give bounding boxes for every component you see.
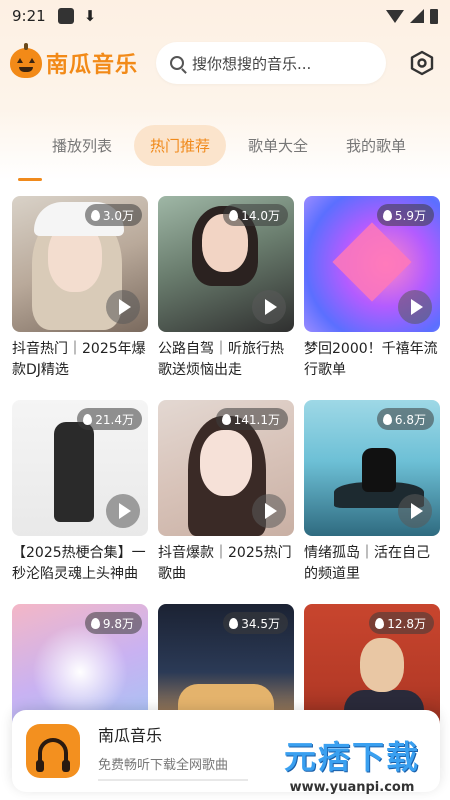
play-button[interactable]: [252, 290, 286, 324]
play-count-badge: 5.9万: [376, 204, 434, 226]
banner-subtitle: 免费畅听下载全网歌曲: [98, 757, 229, 773]
playlist-card[interactable]: 6.8万 情绪孤岛｜活在自己的频道里: [304, 400, 440, 586]
play-count: 3.0万: [102, 208, 134, 223]
download-icon: ⬇: [83, 7, 97, 25]
search-icon: [170, 56, 185, 70]
app-header: 南瓜音乐 搜你想搜的音乐...: [0, 38, 450, 88]
play-icon: [410, 503, 423, 519]
play-icon: [264, 299, 277, 315]
play-button[interactable]: [398, 290, 432, 324]
hexagon-settings-icon: [410, 50, 434, 76]
app-logo: 南瓜音乐: [10, 43, 139, 79]
play-button[interactable]: [106, 494, 140, 528]
play-count: 5.9万: [394, 208, 426, 223]
category-tabs: 播放列表 热门推荐 歌单大全 我的歌单: [0, 122, 450, 168]
playlist-cover: 6.8万: [304, 400, 440, 536]
play-count: 12.8万: [387, 616, 426, 631]
play-icon: [118, 503, 131, 519]
app-icon: [26, 724, 80, 778]
search-placeholder: 搜你想搜的音乐...: [192, 54, 312, 73]
tab-indicator: [18, 178, 42, 181]
playlist-card[interactable]: 3.0万 抖音热门｜2025年爆款DJ精选: [12, 196, 148, 382]
tab-my-playlists[interactable]: 我的歌单: [330, 125, 422, 166]
fire-icon: [90, 209, 100, 221]
playlist-title: 抖音热门｜2025年爆款DJ精选: [12, 341, 146, 378]
play-count-badge: 12.8万: [369, 612, 434, 634]
banner-divider: [98, 778, 248, 781]
play-count: 6.8万: [394, 412, 426, 427]
play-count-badge: 6.8万: [376, 408, 434, 430]
play-count-badge: 14.0万: [223, 204, 288, 226]
playlist-title: 抖音爆款｜2025热门歌曲: [158, 545, 292, 582]
playlist-cover: 141.1万: [158, 400, 294, 536]
play-button[interactable]: [398, 494, 432, 528]
fire-icon: [83, 413, 93, 425]
app-name: 南瓜音乐: [46, 53, 139, 78]
status-bar: 9:21 ⬇: [0, 0, 450, 32]
play-icon: [118, 299, 131, 315]
tab-playlist[interactable]: 播放列表: [36, 125, 128, 166]
play-icon: [264, 503, 277, 519]
play-count-badge: 21.4万: [77, 408, 142, 430]
status-time: 9:21: [12, 7, 46, 25]
wifi-icon: [386, 9, 404, 23]
playlist-cover: 14.0万: [158, 196, 294, 332]
watermark-url: www.yuanpi.com: [289, 779, 415, 795]
fire-icon: [221, 413, 231, 425]
play-button[interactable]: [106, 290, 140, 324]
fire-icon: [90, 617, 100, 629]
playlist-title: 梦回2000！千禧年流行歌单: [304, 341, 438, 378]
fire-icon: [382, 209, 392, 221]
battery-icon: [430, 8, 438, 24]
headphone-icon: [36, 738, 70, 772]
play-count-badge: 34.5万: [223, 612, 288, 634]
banner-title: 南瓜音乐: [98, 725, 163, 745]
playlist-title: 情绪孤岛｜活在自己的频道里: [304, 545, 430, 582]
tab-hot-recommend[interactable]: 热门推荐: [134, 124, 227, 166]
playlist-cover: 21.4万: [12, 400, 148, 536]
settings-button[interactable]: [408, 49, 436, 77]
play-count: 9.8万: [102, 616, 134, 631]
play-icon: [410, 299, 423, 315]
banner-text: 南瓜音乐 免费畅听下载全网歌曲: [98, 722, 248, 781]
signal-icon: [410, 9, 424, 23]
playlist-card[interactable]: 141.1万 抖音爆款｜2025热门歌曲: [158, 400, 294, 586]
playlist-cover: 3.0万: [12, 196, 148, 332]
playlist-title: 【2025热梗合集】一秒沦陷灵魂上头神曲: [12, 545, 146, 582]
play-button[interactable]: [252, 494, 286, 528]
notification-icon: [57, 8, 74, 24]
playlist-cover: 5.9万: [304, 196, 440, 332]
fire-icon: [229, 617, 239, 629]
play-count-badge: 141.1万: [215, 408, 288, 430]
fire-icon: [382, 413, 392, 425]
tab-playlist-collection[interactable]: 歌单大全: [232, 125, 324, 166]
playlist-card[interactable]: 21.4万 【2025热梗合集】一秒沦陷灵魂上头神曲: [12, 400, 148, 586]
playlist-grid: 3.0万 抖音热门｜2025年爆款DJ精选 14.0万 公路自驾｜听旅行热歌送烦…: [12, 196, 440, 790]
search-input[interactable]: 搜你想搜的音乐...: [156, 42, 387, 84]
playlist-card[interactable]: 5.9万 梦回2000！千禧年流行歌单: [304, 196, 440, 382]
play-count-badge: 3.0万: [84, 204, 142, 226]
fire-icon: [229, 209, 239, 221]
playlist-title: 公路自驾｜听旅行热歌送烦恼出走: [158, 341, 284, 378]
pumpkin-icon: [10, 43, 42, 78]
playlist-card[interactable]: 14.0万 公路自驾｜听旅行热歌送烦恼出走: [158, 196, 294, 382]
watermark-logo: 元痞下载: [283, 737, 420, 776]
play-count-badge: 9.8万: [84, 612, 142, 634]
fire-icon: [375, 617, 385, 629]
play-count: 141.1万: [233, 412, 280, 427]
play-count: 14.0万: [241, 208, 280, 223]
status-indicators: [386, 8, 438, 24]
play-count: 34.5万: [241, 616, 280, 631]
watermark: 元痞下载 www.yuanpi.com: [266, 730, 438, 796]
play-count: 21.4万: [95, 412, 134, 427]
